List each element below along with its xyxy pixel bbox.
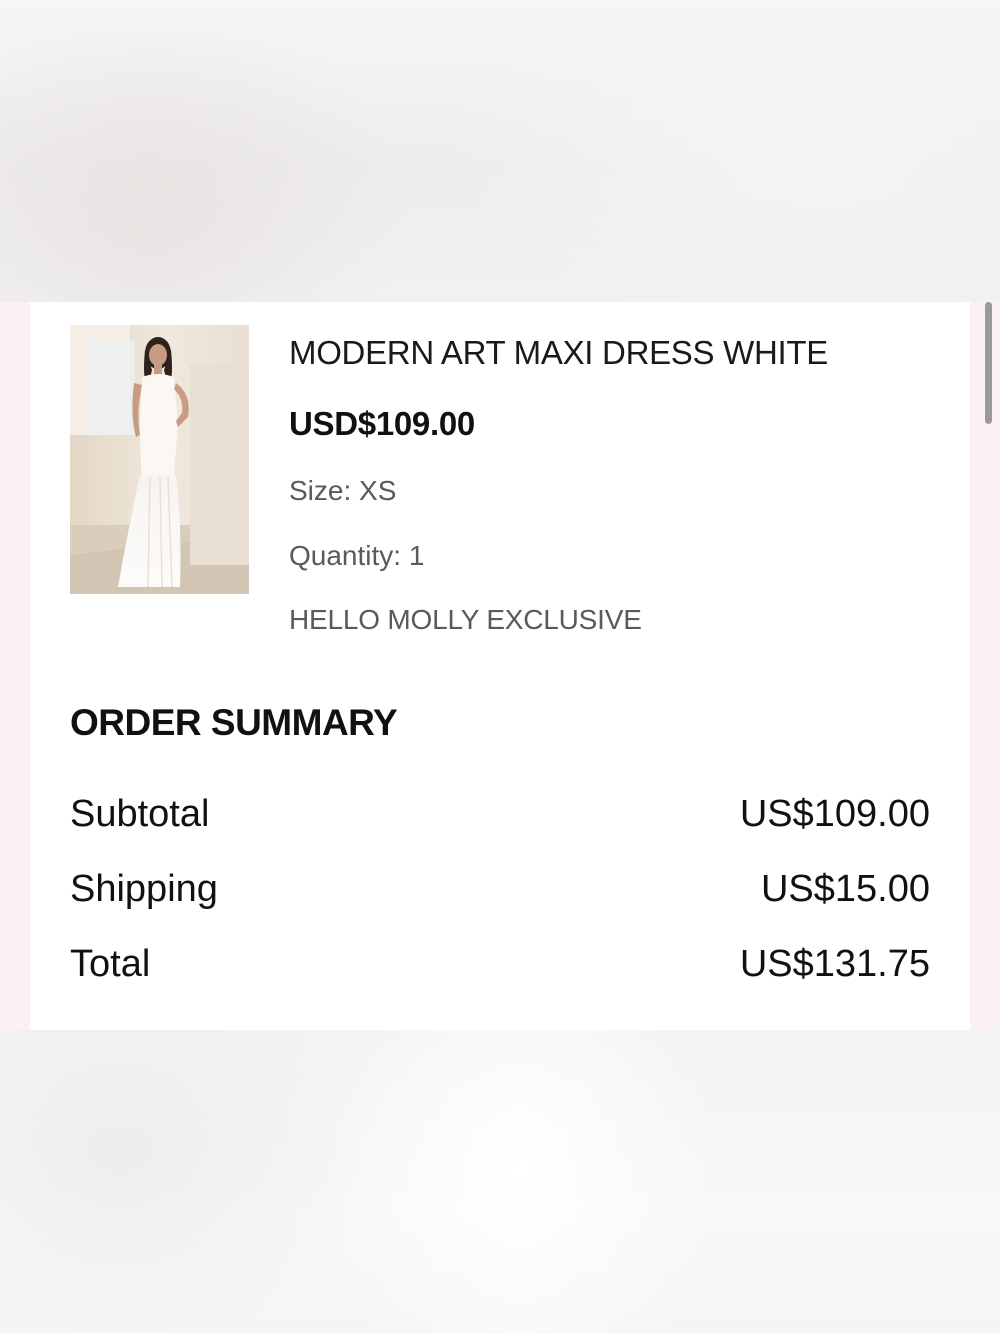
product-thumbnail[interactable] [70,325,249,594]
dress-photo [70,325,249,594]
product-price: USD$109.00 [289,405,475,442]
product-quantity: Quantity: 1 [289,540,425,571]
product-size: Size: XS [289,475,397,506]
blurred-background-bottom [0,1030,1000,1333]
total-value: US$131.75 [739,942,930,985]
scrollbar-thumb[interactable] [985,302,992,424]
subtotal-value: US$109.00 [739,792,930,835]
summary-row-total: Total US$131.75 [70,940,930,988]
total-label: Total [70,942,151,985]
summary-row-shipping: Shipping US$15.00 [70,865,930,913]
order-summary-title: ORDER SUMMARY [70,702,398,743]
summary-row-subtotal: Subtotal US$109.00 [70,790,930,838]
shipping-value: US$15.00 [760,867,930,910]
product-name[interactable]: MODERN ART MAXI DRESS WHITE [289,334,828,372]
page-margin-left [0,302,30,1030]
product-exclusive-tag: HELLO MOLLY EXCLUSIVE [289,604,642,635]
shipping-label: Shipping [70,867,218,910]
blurred-background-top [0,0,1000,302]
subtotal-label: Subtotal [70,792,210,835]
